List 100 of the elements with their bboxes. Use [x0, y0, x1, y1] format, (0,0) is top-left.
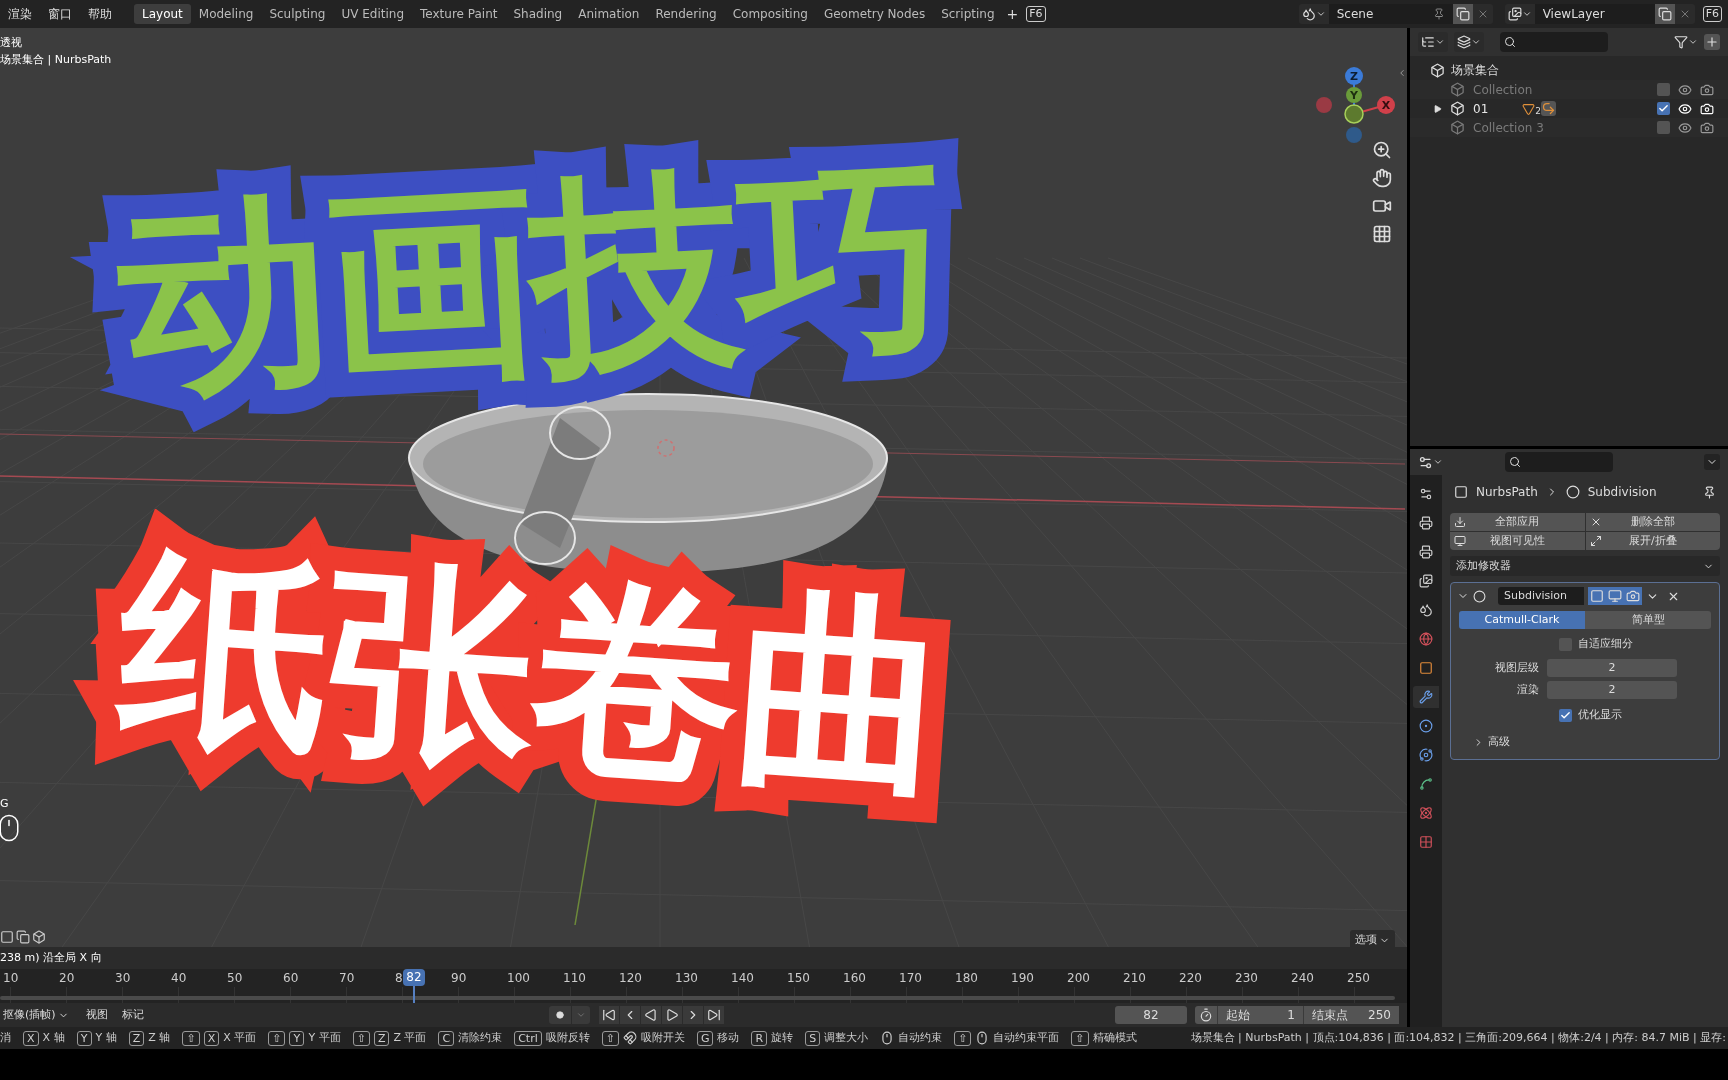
workspace-tab[interactable]: Rendering: [647, 4, 725, 24]
hint-label: Z 平面: [393, 1029, 427, 1046]
jump-end-icon[interactable]: [703, 1006, 724, 1024]
menu-item[interactable]: 帮助: [80, 5, 120, 23]
key-cap: S: [805, 1030, 821, 1046]
checkbox[interactable]: [1657, 102, 1670, 115]
pin-icon[interactable]: [1432, 8, 1445, 20]
key-cap: R: [751, 1030, 768, 1046]
workspace-tab[interactable]: UV Editing: [333, 4, 413, 24]
layers-icon: [1507, 7, 1522, 21]
axis-label: Y: [1350, 89, 1358, 102]
hint-label: 吸附反转: [545, 1029, 590, 1046]
view-menu[interactable]: 视图: [85, 1006, 108, 1024]
add-modifier-dropdown[interactable]: 添加修改器: [1450, 556, 1720, 576]
copy-icon[interactable]: [1654, 4, 1675, 24]
wrench-icon[interactable]: [1413, 686, 1439, 708]
collapse-icon[interactable]: [1397, 68, 1407, 78]
select-mode-icon[interactable]: [0, 930, 14, 944]
zoom-icon[interactable]: [1372, 140, 1392, 160]
copy-icon[interactable]: [1452, 4, 1473, 24]
previous-key-icon[interactable]: [619, 1006, 640, 1024]
search-field[interactable]: [1505, 452, 1613, 472]
edit-mode-icon[interactable]: [1588, 587, 1606, 605]
end-field[interactable]: 结束点 250: [1303, 1006, 1399, 1024]
axis-gizmo-drawing[interactable]: [1316, 67, 1395, 143]
workspace-tab[interactable]: Layout: [134, 4, 191, 24]
display-mode-dropdown[interactable]: [1418, 32, 1448, 52]
workspace-tab[interactable]: Modeling: [190, 4, 262, 24]
view-layer-dropdown[interactable]: [1454, 32, 1484, 52]
jump-start-icon[interactable]: [598, 1006, 619, 1024]
marker-menu[interactable]: 标记: [121, 1006, 144, 1024]
select-mode-icon[interactable]: [16, 930, 30, 944]
select-mode-icon[interactable]: [32, 930, 46, 944]
workspace-tab[interactable]: Shading: [505, 4, 571, 24]
workspace-tab[interactable]: Animation: [570, 4, 648, 24]
frame-tick: 150: [787, 971, 810, 985]
search-field[interactable]: [1500, 32, 1608, 52]
keying-menu[interactable]: 抠像(插帧): [0, 1006, 72, 1024]
key-cap: ⇧: [954, 1030, 972, 1046]
workspace-tab[interactable]: Compositing: [724, 4, 816, 24]
mouse-icon: [880, 1031, 895, 1045]
action-button[interactable]: 全部应用: [1450, 513, 1585, 531]
frame-tick: 20: [59, 971, 75, 985]
outliner-item[interactable]: 01: [1473, 99, 1489, 118]
number-field[interactable]: 2: [1547, 659, 1677, 677]
key-cap: ⇧: [182, 1030, 200, 1046]
pin-icon[interactable]: [1703, 485, 1716, 499]
workspace-tab[interactable]: Scripting: [933, 4, 1003, 24]
advanced-section[interactable]: 高级: [1459, 731, 1711, 753]
next-key-icon[interactable]: [682, 1006, 703, 1024]
scene-stats: 场景集合 | NurbsPath | 顶点:104,836 | 面:104,832 | 三角面:209,664 | 物体:2/4 | 内存: 84.7 MiB | 显存:: [1190, 1029, 1727, 1046]
checkbox[interactable]: [1657, 121, 1670, 134]
scene-dropdown[interactable]: [1298, 4, 1329, 24]
hint-label: X 平面: [223, 1029, 257, 1046]
mode-tab[interactable]: 简单型: [1585, 611, 1711, 629]
play-reverse-icon[interactable]: [640, 1006, 661, 1024]
checkbox[interactable]: [1657, 83, 1670, 96]
number-field[interactable]: 2: [1547, 681, 1677, 699]
record-button[interactable]: [548, 1006, 571, 1024]
grid-icon[interactable]: [1372, 224, 1392, 244]
action-button[interactable]: 展开/折叠: [1585, 532, 1720, 550]
add-workspace-button[interactable]: +: [1002, 3, 1023, 25]
mode-tab[interactable]: Catmull-Clark: [1459, 611, 1585, 629]
action-button[interactable]: 删除全部: [1585, 513, 1720, 531]
breadcrumb-item[interactable]: Subdivision: [1587, 483, 1657, 501]
view-layer-field[interactable]: ViewLayer: [1534, 4, 1655, 24]
checkbox[interactable]: [1559, 708, 1572, 722]
frame-field[interactable]: 82: [1115, 1006, 1187, 1024]
breadcrumb-item[interactable]: NurbsPath: [1476, 483, 1538, 501]
options-icon[interactable]: [1704, 454, 1720, 470]
modifier-name-field[interactable]: Subdivision: [1498, 587, 1584, 605]
hand-icon[interactable]: [1372, 168, 1392, 188]
outliner-item[interactable]: 场景集合: [1451, 61, 1499, 79]
key-hint: G: [0, 796, 9, 812]
options-dropdown[interactable]: 选项: [1350, 930, 1395, 947]
action-button[interactable]: 视图可见性: [1450, 532, 1585, 550]
caret-icon: [1315, 9, 1326, 19]
workspace-tab[interactable]: Texture Paint: [412, 4, 506, 24]
play-icon[interactable]: [661, 1006, 682, 1024]
hint-label: 吸附开关: [640, 1029, 685, 1046]
caret-icon: [575, 1010, 586, 1020]
timer-icon[interactable]: [1199, 1008, 1213, 1022]
editor-type-dropdown[interactable]: [1418, 454, 1443, 470]
view-layer-dropdown[interactable]: [1504, 4, 1535, 24]
monitor-icon: [1454, 535, 1466, 547]
frame-tick: 190: [1011, 971, 1034, 985]
expand-arrow-icon[interactable]: [1434, 104, 1442, 113]
scene-field[interactable]: Scene: [1328, 4, 1453, 24]
current-frame[interactable]: 82: [403, 969, 425, 986]
viewport-icon[interactable]: [1606, 587, 1624, 605]
new-collection-icon[interactable]: [1704, 34, 1720, 50]
frame-tick: 110: [563, 971, 586, 985]
collection-icon: [1430, 62, 1445, 78]
menu-item[interactable]: 渲染: [0, 5, 40, 23]
workspace-tab[interactable]: Sculpting: [261, 4, 334, 24]
menu-item[interactable]: 窗口: [40, 5, 80, 23]
frame-tick: 250: [1347, 971, 1370, 985]
visibility-icon[interactable]: [1678, 101, 1692, 116]
key-cap: Y: [76, 1030, 92, 1046]
workspace-tab[interactable]: Geometry Nodes: [815, 4, 934, 24]
